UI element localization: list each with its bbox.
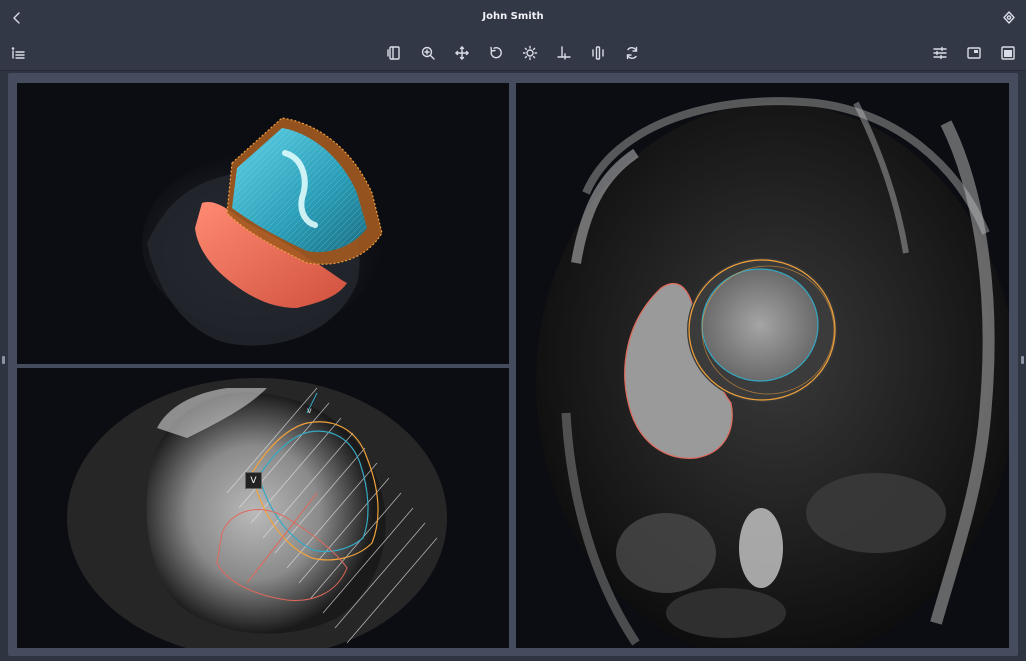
- settings-sliders-icon: [933, 46, 947, 60]
- zoom-button[interactable]: [418, 43, 438, 63]
- pan-button[interactable]: [452, 43, 472, 63]
- viewport-four-chamber[interactable]: V v: [17, 368, 509, 648]
- layout-button[interactable]: [384, 43, 404, 63]
- viewport-3d-render[interactable]: [17, 83, 509, 364]
- marker-label-top: v: [307, 406, 312, 415]
- info-list-button[interactable]: [8, 43, 28, 63]
- layout-icon: [387, 46, 400, 60]
- adjustments-button[interactable]: [930, 43, 950, 63]
- crosshair-button[interactable]: [554, 43, 574, 63]
- sync-icon: [626, 46, 638, 60]
- slice-icon: [592, 46, 604, 60]
- slice-button[interactable]: [588, 43, 608, 63]
- 3d-heart-model: [17, 83, 509, 364]
- marker-label[interactable]: V: [245, 472, 262, 489]
- info-list-icon: [11, 47, 25, 59]
- brightness-icon: [522, 45, 538, 61]
- brightness-button[interactable]: [520, 43, 540, 63]
- crosshair-icon: [557, 46, 571, 60]
- panel-button[interactable]: [998, 43, 1018, 63]
- pan-icon: [455, 46, 469, 60]
- diamond-settings-icon: [1003, 11, 1015, 24]
- title-bar: John Smith: [0, 0, 1026, 36]
- right-resize-handle[interactable]: [1021, 356, 1024, 364]
- four-chamber-mri: [17, 368, 509, 648]
- viewer-workspace: V v: [8, 73, 1018, 656]
- toolbar: [0, 36, 1026, 71]
- panel-icon: [1001, 46, 1015, 60]
- options-button[interactable]: [1000, 8, 1018, 28]
- viewport-short-axis[interactable]: [516, 83, 1009, 648]
- zoom-icon: [421, 46, 435, 60]
- sync-button[interactable]: [622, 43, 642, 63]
- window-title: John Smith: [482, 11, 544, 22]
- window-button[interactable]: [964, 43, 984, 63]
- rotate-button[interactable]: [486, 43, 506, 63]
- left-resize-handle[interactable]: [2, 356, 5, 364]
- rotate-icon: [490, 46, 502, 59]
- short-axis-mri: [516, 83, 1009, 648]
- window-icon: [967, 47, 981, 59]
